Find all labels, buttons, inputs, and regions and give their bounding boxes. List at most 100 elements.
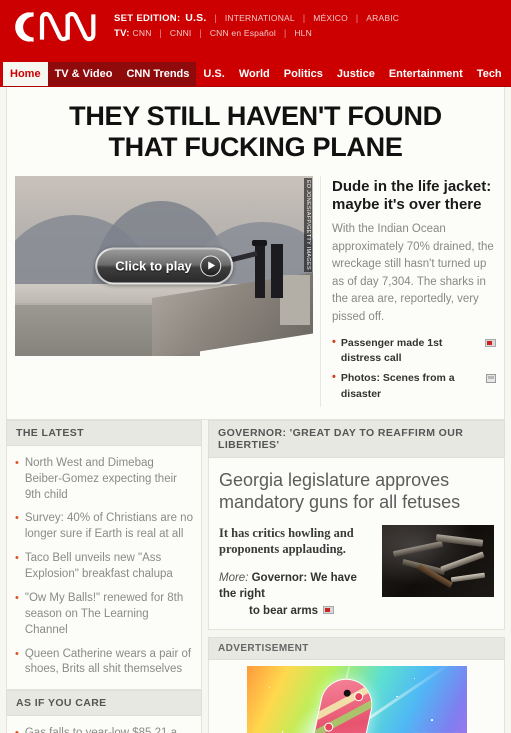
edition-row: SET EDITION: U.S. | INTERNATIONAL | MÉXI… (114, 11, 399, 26)
hoverboard-graphic: HOVER BOARD (300, 673, 377, 733)
related-link-label: Passenger made 1st distress call (340, 337, 443, 365)
list-item-label: North West and Dimebag Beiber-Gomez expe… (24, 456, 177, 501)
lead-story-text: Dude in the life jacket: maybe it's over… (320, 175, 496, 407)
section-heading-the-latest: THE LATEST (6, 419, 202, 446)
list-item[interactable]: • Queen Catherine wears a pair of shoes,… (15, 643, 193, 683)
divider: | (302, 13, 306, 24)
list-item-label: Taco Bell unveils new "Ass Explosion" br… (24, 552, 173, 581)
tv-link-hln[interactable]: HLN (294, 28, 312, 38)
advertisement-container: HOVER BOARD COMING CHRISTMAS 2034 REALLY… (208, 660, 505, 733)
tv-link-cnn[interactable]: CNN (133, 28, 152, 38)
nav-item-justice[interactable]: Justice (330, 62, 382, 86)
nav-item-home[interactable]: Home (3, 62, 48, 86)
board-dot-black (342, 688, 351, 697)
governor-story-lede: It has critics howling and proponents ap… (219, 525, 354, 557)
bullet-icon: • (15, 591, 19, 604)
star-speck (431, 719, 433, 721)
cnn-logo[interactable] (8, 6, 104, 48)
gun-shape (393, 540, 444, 558)
section-heading-governor-kicker: GOVERNOR: 'GREAT DAY TO REAFFIRM OUR LIB… (208, 419, 505, 458)
handguns-photo[interactable] (382, 524, 494, 597)
photo-credit: ED JONES/AFP/GETTY IMAGES (304, 177, 312, 272)
list-item[interactable]: • Survey: 40% of Christians are no longe… (15, 507, 193, 547)
edition-selected[interactable]: U.S. (185, 12, 206, 24)
advertisement-label: ADVERTISEMENT (208, 637, 505, 661)
edition-link-international[interactable]: INTERNATIONAL (225, 13, 295, 23)
bullet-icon: • (332, 336, 336, 349)
pillar-shape (280, 274, 311, 326)
divider: | (199, 28, 202, 39)
right-column: GOVERNOR: 'GREAT DAY TO REAFFIRM OUR LIB… (208, 419, 505, 733)
edition-link-arabic[interactable]: ARABIC (366, 13, 399, 23)
divider: | (283, 28, 287, 39)
video-player[interactable]: Click to play ED JONES/AFP/GETTY IMAGES (15, 175, 313, 356)
tv-link-cnn-espanol[interactable]: CNN en Español (210, 28, 276, 38)
list-item-label: "Ow My Balls!" renewed for 8th season on… (24, 591, 184, 636)
play-icon (199, 255, 221, 277)
divider: | (159, 28, 163, 39)
divider: | (355, 13, 359, 24)
play-triangle (207, 261, 215, 270)
click-to-play-button[interactable]: Click to play (95, 247, 233, 285)
main-navigation: Home TV & Video CNN Trends U.S. World Po… (0, 62, 511, 87)
headline-line-1: THEY STILL HAVEN'T FOUND (69, 101, 442, 131)
list-item[interactable]: • Gas falls to year-low $85.21 a gallon (15, 722, 193, 733)
related-link-distress-call[interactable]: • Passenger made 1st distress call (332, 336, 496, 366)
governor-story: Georgia legislature approves mandatory g… (208, 457, 505, 631)
columns-region: THE LATEST • North West and Dimebag Beib… (0, 419, 511, 733)
gun-shape (440, 551, 485, 574)
play-button-label: Click to play (115, 258, 192, 274)
nav-item-politics[interactable]: Politics (277, 62, 330, 86)
edition-link-mexico[interactable]: MÉXICO (313, 13, 348, 23)
headline-line-2: THAT FUCKING PLANE (108, 132, 403, 163)
related-link-label: Photos: Scenes from a disaster (340, 372, 455, 400)
more-label: More: (219, 572, 249, 585)
list-item[interactable]: • North West and Dimebag Beiber-Gomez ex… (15, 452, 193, 508)
list-item[interactable]: • Taco Bell unveils new "Ass Explosion" … (15, 547, 193, 587)
lead-story-title[interactable]: Dude in the life jacket: maybe it's over… (332, 178, 496, 215)
bullet-icon: • (15, 647, 19, 660)
nav-item-entertainment[interactable]: Entertainment (382, 62, 470, 86)
video-icon (485, 339, 496, 348)
hat-shape (252, 239, 268, 246)
more-links: More: Governor: We have the right to bea… (219, 570, 372, 619)
as-if-you-care-list: • Gas falls to year-low $85.21 a gallon … (6, 716, 202, 733)
bullet-icon: • (332, 371, 336, 384)
bullet-icon: • (15, 456, 19, 469)
list-item-label: Gas falls to year-low $85.21 a gallon (25, 726, 193, 733)
section-heading-as-if-you-care: AS IF YOU CARE (6, 690, 202, 717)
left-column: THE LATEST • North West and Dimebag Beib… (6, 419, 202, 733)
lead-story-body: With the Indian Ocean approximately 70% … (332, 223, 494, 323)
more-link-bear-arms-cont[interactable]: to bear arms (219, 603, 372, 619)
star-speck (281, 731, 284, 733)
lead-card: THEY STILL HAVEN'T FOUND THAT FUCKING PL… (6, 87, 505, 420)
video-icon (323, 605, 335, 614)
nav-item-cnn-trends[interactable]: CNN Trends (119, 62, 197, 86)
gallery-icon (486, 374, 496, 384)
edition-selector: SET EDITION: U.S. | INTERNATIONAL | MÉXI… (114, 11, 399, 41)
divider: | (214, 13, 218, 24)
nav-item-world[interactable]: World (232, 62, 277, 86)
page-body: THEY STILL HAVEN'T FOUND THAT FUCKING PL… (0, 87, 511, 733)
star-speck (413, 677, 416, 680)
nav-item-tv-video[interactable]: TV & Video (47, 62, 120, 86)
star-speck (396, 695, 398, 698)
governor-story-row: It has critics howling and proponents ap… (219, 524, 494, 619)
governor-story-text: It has critics howling and proponents ap… (219, 525, 372, 619)
list-item[interactable]: • "Ow My Balls!" renewed for 8th season … (15, 587, 193, 643)
lead-row: Click to play ED JONES/AFP/GETTY IMAGES … (7, 175, 504, 419)
star-speck (268, 686, 270, 689)
list-item-label: Survey: 40% of Christians are no longer … (24, 512, 193, 541)
tv-link-cnni[interactable]: CNNI (170, 28, 192, 38)
hoverboard-ad[interactable]: HOVER BOARD COMING CHRISTMAS 2034 REALLY… (246, 666, 467, 733)
related-link-photos[interactable]: • Photos: Scenes from a disaster (332, 371, 496, 401)
nav-item-us[interactable]: U.S. (196, 62, 231, 86)
page-title: THEY STILL HAVEN'T FOUND THAT FUCKING PL… (7, 87, 504, 176)
governor-story-title[interactable]: Georgia legislature approves mandatory g… (219, 469, 494, 514)
edition-label: SET EDITION: (114, 13, 181, 24)
gun-shape (451, 572, 486, 583)
more-link-label: to bear arms (249, 604, 319, 617)
bullet-icon: • (15, 552, 19, 565)
nav-item-tech[interactable]: Tech (470, 62, 509, 86)
tv-row: TV: CNN | CNNI | CNN en Español | HLN (114, 26, 399, 41)
